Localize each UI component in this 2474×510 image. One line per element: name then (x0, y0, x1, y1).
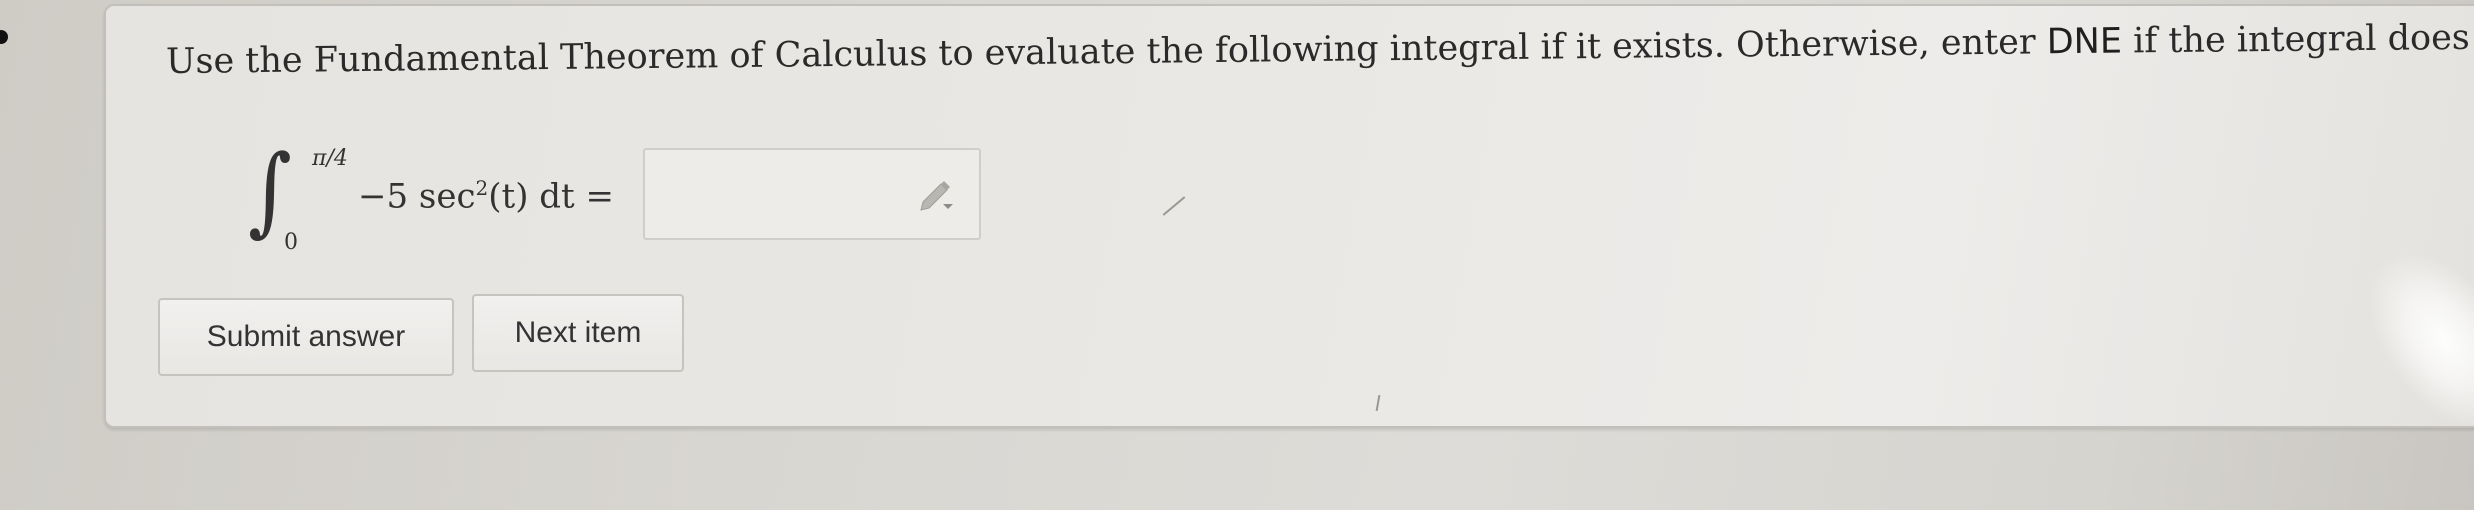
answer-input[interactable] (643, 148, 981, 240)
integrand: −5 sec2(t) dt = (358, 176, 614, 216)
integrand-suffix: (t) dt = (488, 176, 615, 217)
integrand-exponent: 2 (475, 176, 489, 200)
lower-limit: 0 (284, 230, 298, 255)
upper-limit: π/4 (312, 146, 348, 171)
integrand-prefix: −5 sec (358, 176, 476, 217)
question-text-end: if the integral does not exis (2132, 17, 2474, 62)
dne-keyword: DNE (2046, 21, 2123, 63)
integral-expression: ∫ π/4 0 −5 sec2(t) dt = (240, 140, 660, 260)
integral-sign: ∫ (248, 133, 292, 247)
pencil-icon[interactable] (917, 178, 957, 212)
submit-answer-button[interactable]: Submit answer (158, 298, 454, 376)
next-item-button[interactable]: Next item (472, 294, 684, 372)
corner-marker (0, 30, 8, 44)
